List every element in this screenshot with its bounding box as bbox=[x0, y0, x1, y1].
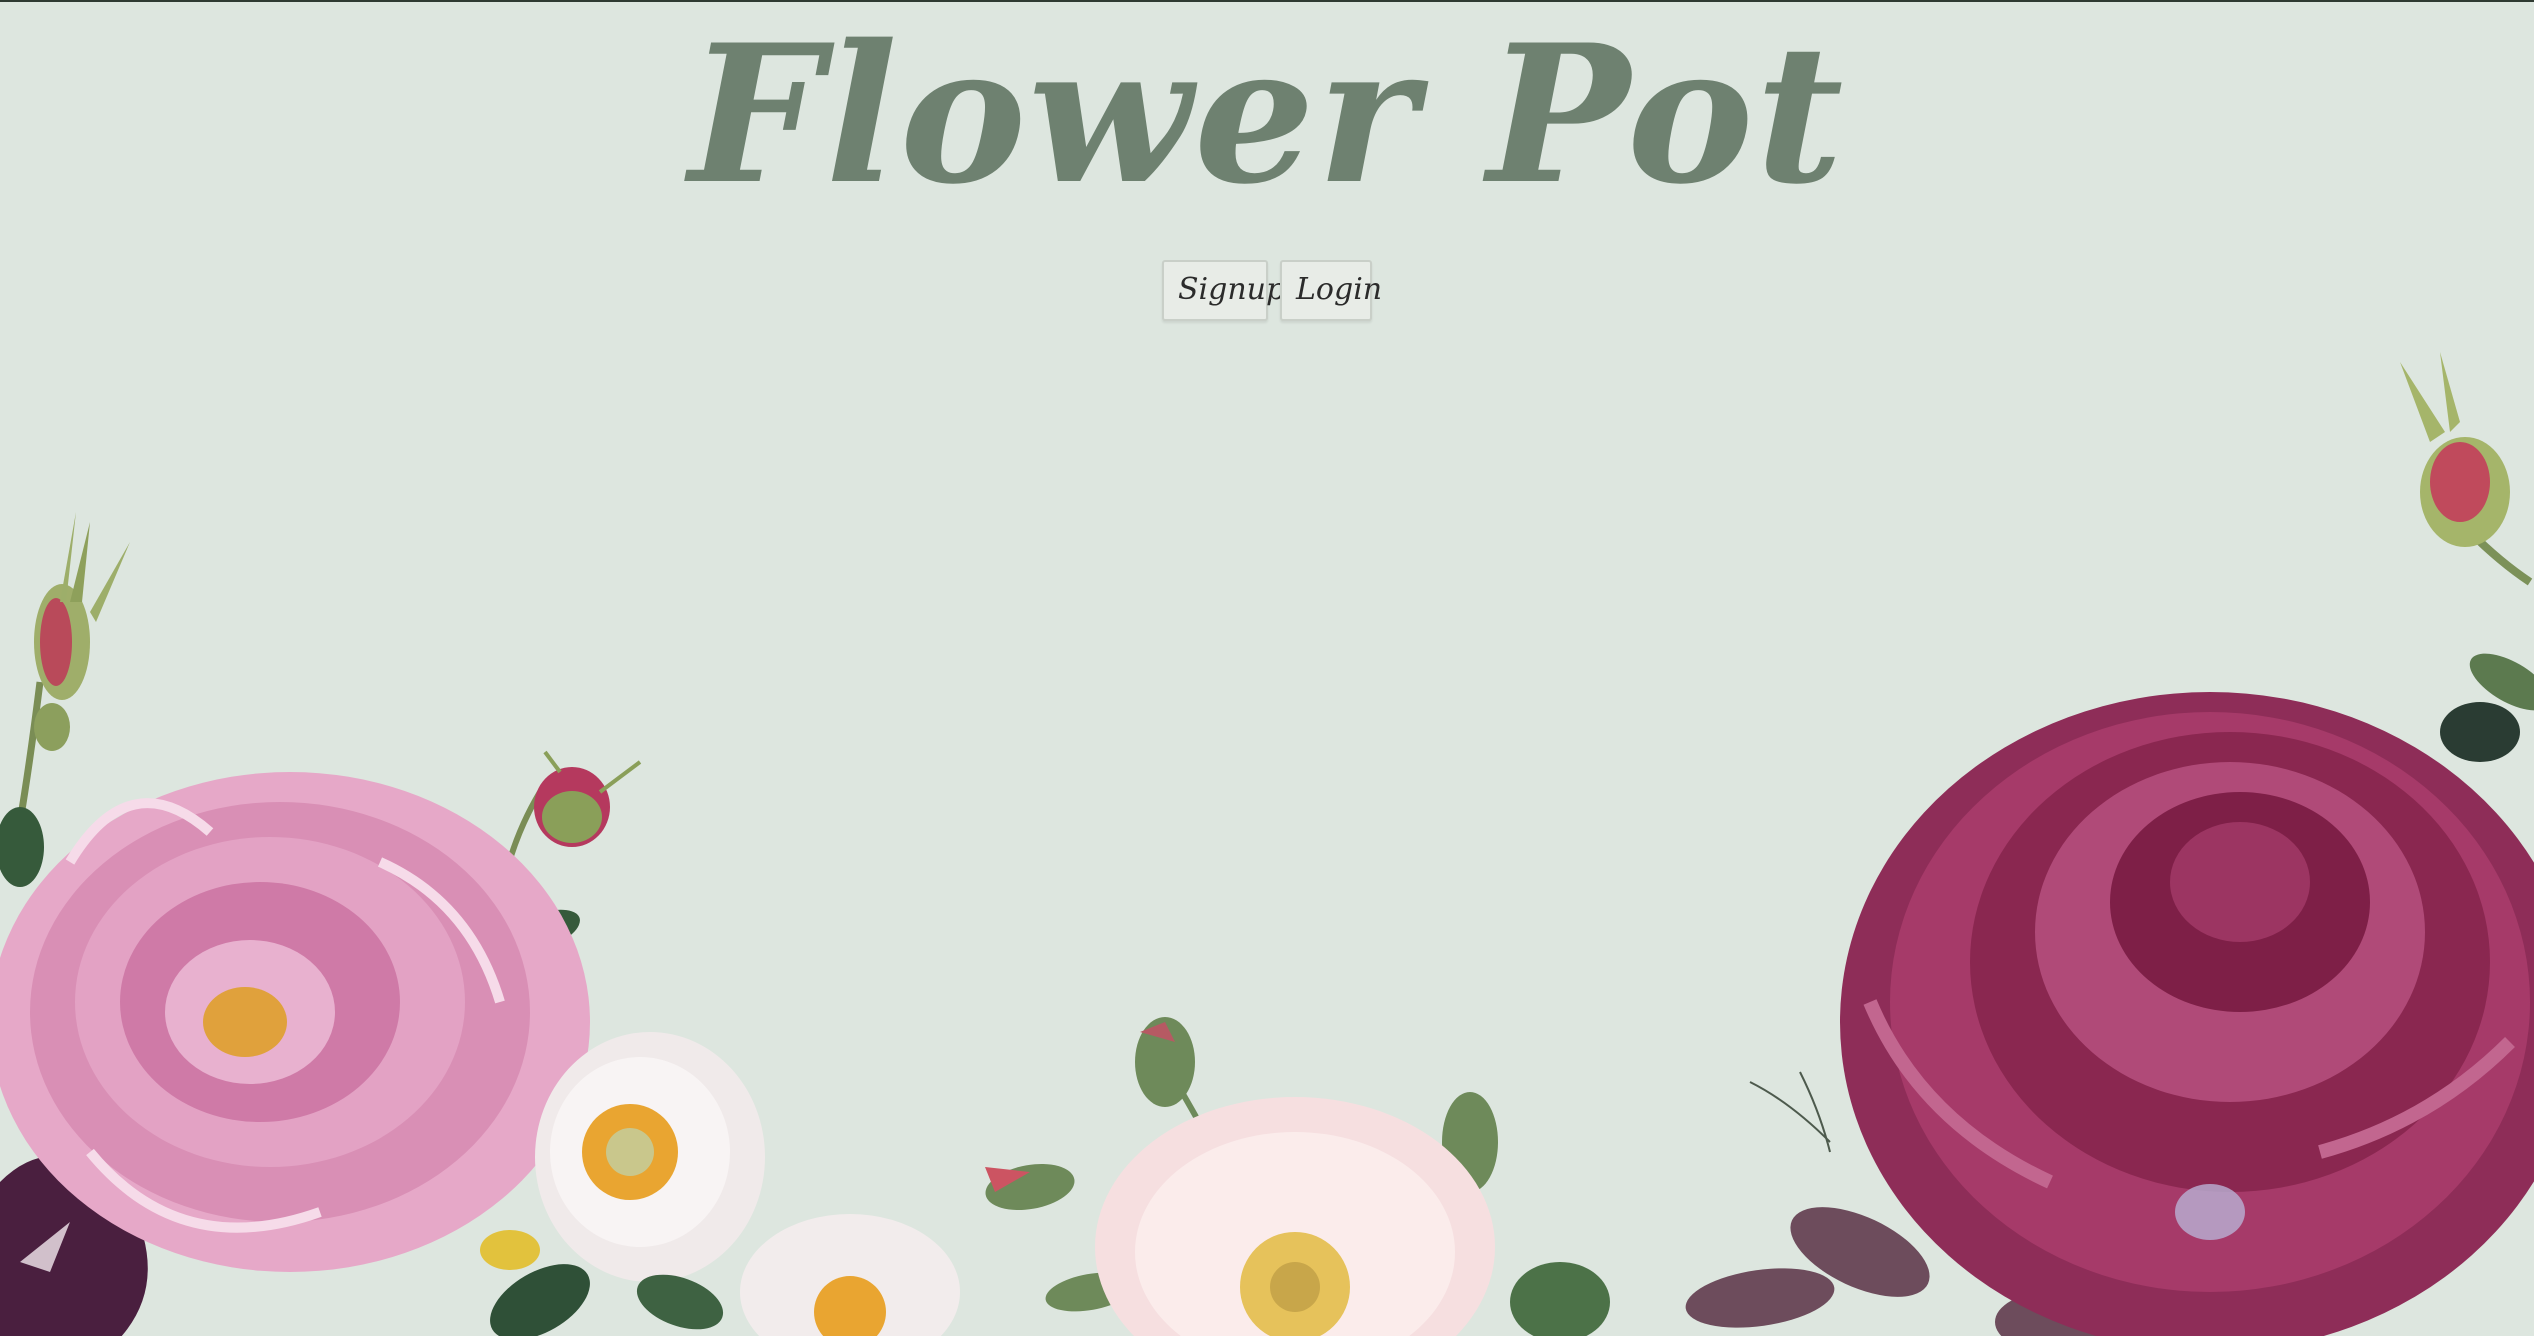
center-floral-cluster bbox=[985, 1017, 1610, 1336]
left-floral-cluster bbox=[0, 512, 960, 1336]
auth-button-group: Signup Login bbox=[0, 260, 2534, 321]
rosebud-left-small bbox=[534, 750, 642, 847]
app-title: Flower Pot bbox=[688, 3, 1846, 226]
white-wildflower-left bbox=[535, 1032, 765, 1282]
landing-page: Flower Pot Signup Login bbox=[0, 0, 2534, 1336]
login-button[interactable]: Login bbox=[1280, 260, 1382, 321]
right-floral-cluster bbox=[1685, 352, 2534, 1336]
pale-pink-wildrose bbox=[1095, 1097, 1495, 1336]
magenta-rose bbox=[1840, 692, 2534, 1336]
pink-peony bbox=[0, 772, 590, 1272]
signup-button[interactable]: Signup bbox=[1162, 260, 1285, 321]
white-wildflower-bottom bbox=[740, 1214, 960, 1336]
rosebud-left-top bbox=[34, 512, 130, 751]
rosebud-right-top bbox=[2360, 352, 2533, 586]
